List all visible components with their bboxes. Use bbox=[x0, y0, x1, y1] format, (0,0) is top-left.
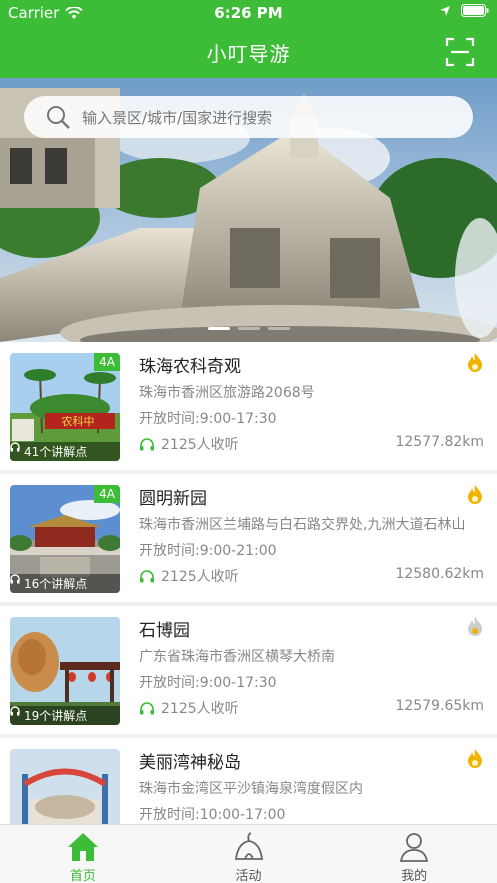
spot-name: 圆明新园 bbox=[139, 489, 207, 509]
spot-distance: 12577.82km bbox=[395, 434, 484, 450]
carousel-dot[interactable] bbox=[237, 327, 260, 330]
spot-address: 珠海市香洲区旅游路2068号 bbox=[139, 385, 315, 401]
spot-distance: 12580.62km bbox=[395, 566, 484, 582]
level-badge: 4A bbox=[94, 485, 120, 503]
headphone-icon bbox=[10, 706, 20, 716]
carousel-indicator bbox=[0, 327, 497, 330]
listeners-label: 2125人收听 bbox=[161, 701, 239, 717]
headphone-icon bbox=[10, 574, 20, 584]
search-input[interactable]: 输入景区/城市/国家进行搜索 bbox=[82, 107, 272, 128]
person-icon bbox=[400, 833, 429, 862]
spot-hours: 开放时间:9:00-17:30 bbox=[139, 675, 277, 691]
spot-hours: 开放时间:9:00-17:30 bbox=[139, 411, 277, 427]
spot-name: 珠海农科奇观 bbox=[139, 357, 241, 377]
spot-card[interactable]: 农科中 4A 41个讲解点 珠海农科奇观 珠海市香洲区旅游路2068号 开放时间… bbox=[0, 342, 497, 470]
level-badge: 4A bbox=[94, 353, 120, 371]
spot-address: 珠海市香洲区兰埔路与白石路交界处,九洲大道石林山 bbox=[139, 517, 466, 533]
nav-bar: 小叮导游 bbox=[0, 26, 497, 78]
search-bar[interactable]: 输入景区/城市/国家进行搜索 bbox=[24, 96, 473, 138]
guide-points: 19个讲解点 bbox=[10, 706, 120, 725]
listeners-label: 2125人收听 bbox=[161, 437, 239, 453]
tab-activity[interactable]: 活动 bbox=[166, 825, 332, 883]
spot-list: 农科中 4A 41个讲解点 珠海农科奇观 珠海市香洲区旅游路2068号 开放时间… bbox=[0, 342, 497, 824]
guide-points: 16个讲解点 bbox=[10, 574, 120, 593]
spot-distance: 12579.65km bbox=[395, 698, 484, 714]
tent-icon bbox=[234, 832, 263, 860]
app-title: 小叮导游 bbox=[206, 42, 291, 66]
location-arrow-icon bbox=[440, 5, 450, 16]
tab-bar: 首页 活动 我的 bbox=[0, 824, 497, 883]
tab-home[interactable]: 首页 bbox=[0, 825, 166, 883]
battery-icon bbox=[461, 4, 489, 17]
spot-hours: 开放时间:10:00-17:00 bbox=[139, 807, 286, 823]
spot-thumbnail bbox=[10, 749, 120, 824]
flame-icon bbox=[468, 749, 482, 768]
spot-listeners: 2125人收听 bbox=[139, 698, 239, 718]
search-icon bbox=[47, 106, 70, 129]
spot-card[interactable]: 4A 16个讲解点 圆明新园 珠海市香洲区兰埔路与白石路交界处,九洲大道石林山 … bbox=[0, 474, 497, 602]
spot-address: 珠海市金湾区平沙镇海泉湾度假区内 bbox=[139, 781, 363, 797]
spot-hours: 开放时间:9:00-21:00 bbox=[139, 543, 277, 559]
flame-icon bbox=[468, 617, 482, 636]
spot-thumbnail: 农科中 4A 41个讲解点 bbox=[10, 353, 120, 461]
tab-mine[interactable]: 我的 bbox=[331, 825, 497, 883]
tab-mine-label: 我的 bbox=[401, 869, 428, 883]
spot-card[interactable]: 19个讲解点 石博园 广东省珠海市香洲区横琴大桥南 开放时间:9:00-17:3… bbox=[0, 606, 497, 734]
banner-carousel[interactable]: 输入景区/城市/国家进行搜索 bbox=[0, 78, 497, 342]
spot-card[interactable]: 美丽湾神秘岛 珠海市金湾区平沙镇海泉湾度假区内 开放时间:10:00-17:00 bbox=[0, 738, 497, 824]
guide-points-label: 41个讲解点 bbox=[24, 445, 88, 459]
spot-listeners: 2125人收听 bbox=[139, 566, 239, 586]
headphone-icon bbox=[140, 570, 154, 583]
guide-points: 41个讲解点 bbox=[10, 442, 120, 461]
spot-address: 广东省珠海市香洲区横琴大桥南 bbox=[139, 649, 335, 665]
spot-listeners: 2125人收听 bbox=[139, 434, 239, 454]
spot-photo bbox=[10, 749, 120, 824]
scan-icon[interactable] bbox=[445, 37, 475, 67]
headphone-icon bbox=[140, 702, 154, 715]
tab-home-label: 首页 bbox=[69, 869, 96, 883]
spot-thumbnail: 4A 16个讲解点 bbox=[10, 485, 120, 593]
status-bar: Carrier 6:26 PM bbox=[0, 0, 497, 26]
headphone-icon bbox=[140, 438, 154, 451]
tab-activity-label: 活动 bbox=[235, 869, 262, 883]
spot-thumbnail: 19个讲解点 bbox=[10, 617, 120, 725]
flame-icon bbox=[468, 485, 482, 504]
flame-icon bbox=[468, 353, 482, 372]
spot-name: 石博园 bbox=[139, 621, 190, 641]
listeners-label: 2125人收听 bbox=[161, 569, 239, 585]
carousel-dot[interactable] bbox=[267, 327, 290, 330]
guide-points-label: 19个讲解点 bbox=[24, 709, 88, 723]
spot-name: 美丽湾神秘岛 bbox=[139, 753, 241, 773]
carousel-dot[interactable] bbox=[207, 327, 230, 330]
headphone-icon bbox=[10, 442, 20, 452]
spot-photo-sign: 农科中 bbox=[62, 414, 95, 428]
status-time: 6:26 PM bbox=[214, 4, 283, 22]
home-icon bbox=[67, 833, 98, 861]
guide-points-label: 16个讲解点 bbox=[24, 577, 88, 591]
